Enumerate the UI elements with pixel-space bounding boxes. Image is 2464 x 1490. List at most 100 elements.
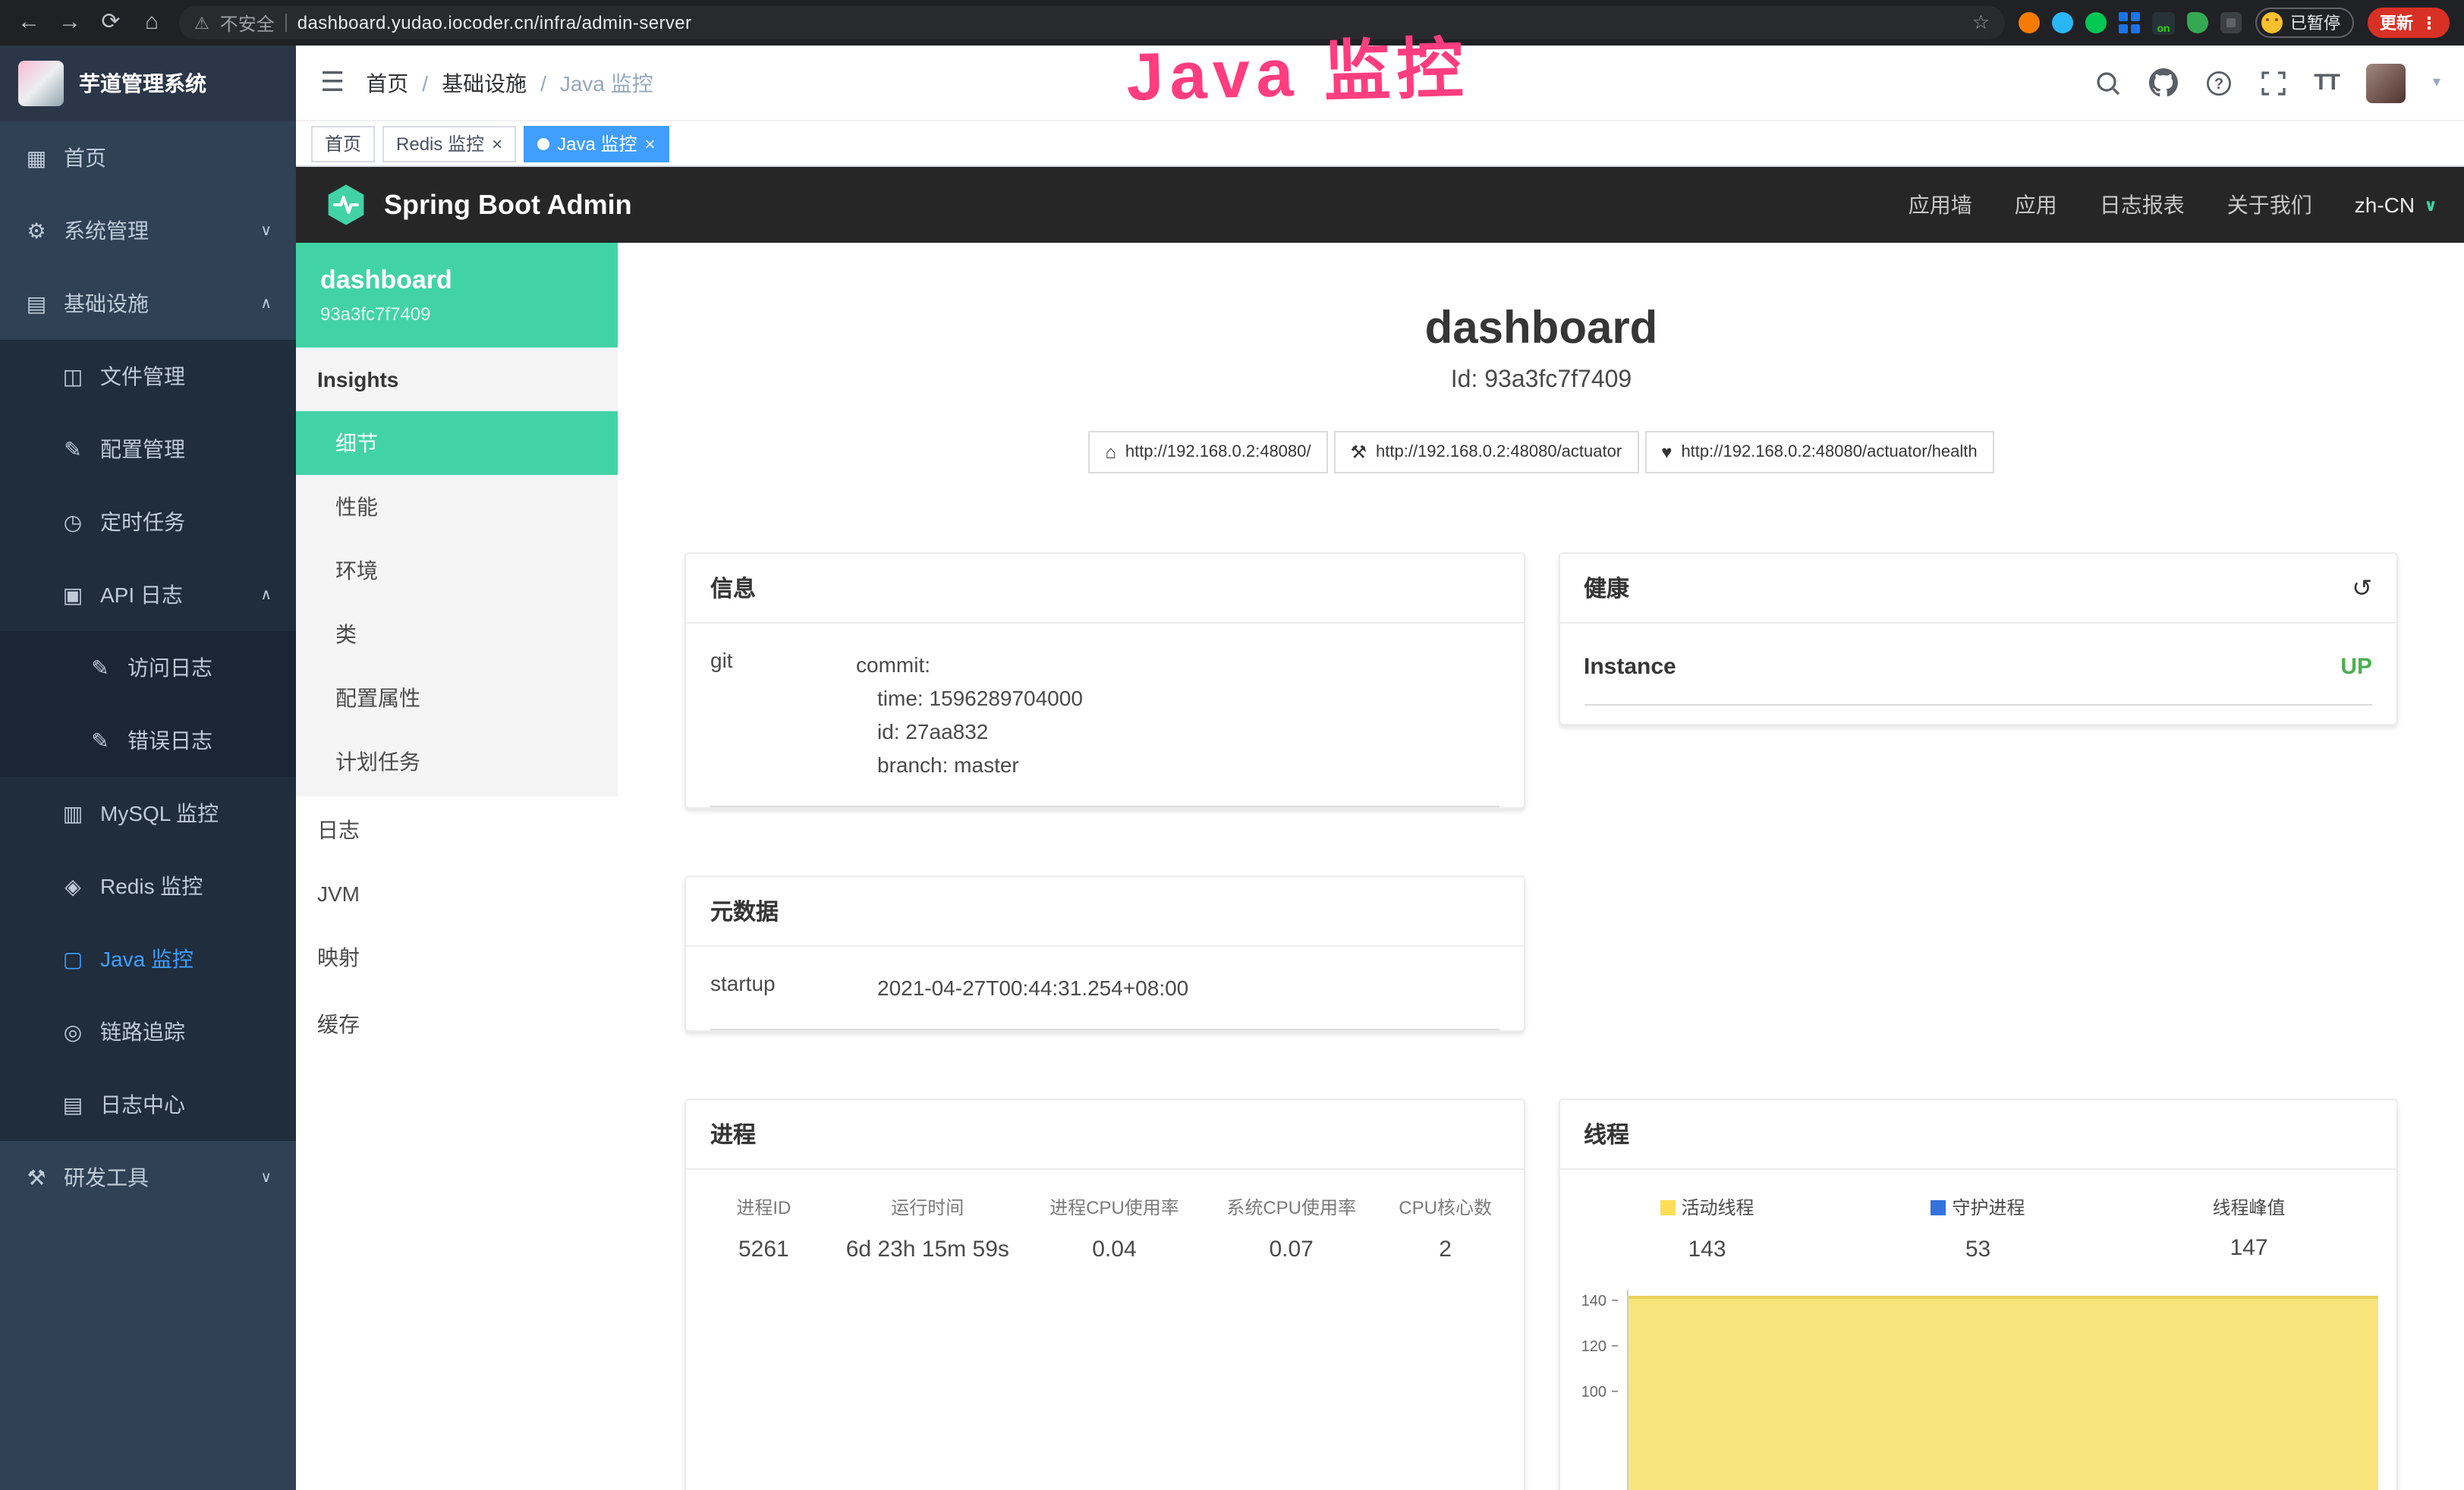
profile-chip[interactable]: 已暂停 <box>2255 8 2354 38</box>
info-card: 信息 git commit: time: 1596289704000 id: 2… <box>684 552 1525 809</box>
info-row: git commit: time: 1596289704000 id: 27aa… <box>710 624 1499 807</box>
back-icon[interactable]: ← <box>15 0 42 46</box>
sidebar-item-log-center[interactable]: ▤ 日志中心 <box>0 1068 296 1141</box>
sidebar-item-file-manage[interactable]: ◫ 文件管理 <box>0 340 296 413</box>
sba-item-environment[interactable]: 环境 <box>296 539 618 602</box>
tag-home[interactable]: 首页 <box>311 125 375 162</box>
health-url-button[interactable]: ♥ http://192.168.0.2:48080/actuator/heal… <box>1644 431 1994 473</box>
user-avatar[interactable] <box>2366 63 2406 102</box>
chevron-down-icon: ∨ <box>260 1169 272 1186</box>
profile-avatar-icon <box>2261 12 2283 33</box>
avatar-caret-icon[interactable]: ▾ <box>2433 74 2440 91</box>
forward-icon[interactable]: → <box>56 0 83 46</box>
sba-nav-wallboard[interactable]: 应用墙 <box>1909 190 1972 220</box>
sidebar-item-label: 基础设施 <box>64 288 149 319</box>
breadcrumb-item[interactable]: 首页 <box>366 68 408 98</box>
history-icon[interactable]: ↺ <box>2352 573 2372 603</box>
github-icon[interactable] <box>2148 68 2177 97</box>
process-stat: CPU核心数 2 <box>1380 1194 1511 1262</box>
address-bar[interactable]: ⚠ 不安全 dashboard.yudao.iocoder.cn/infra/a… <box>179 6 2005 39</box>
sidebar-item-access-log[interactable]: ✎ 访问日志 <box>0 631 296 704</box>
sba-item-config-props[interactable]: 配置属性 <box>296 666 618 730</box>
search-icon[interactable] <box>2094 69 2121 96</box>
fullscreen-icon[interactable] <box>2259 69 2286 96</box>
extension-icon[interactable] <box>2052 12 2073 33</box>
stat-label: 进程ID <box>698 1194 829 1220</box>
actuator-url-button[interactable]: ⚒ http://192.168.0.2:48080/actuator <box>1334 431 1639 473</box>
extension-leaf-icon[interactable] <box>2187 12 2208 33</box>
instance-id: 93a3fc7f7409 <box>320 303 593 325</box>
browser-update-button[interactable]: 更新 ⋮ <box>2368 8 2450 38</box>
sidebar-item-api-log[interactable]: ▣ API 日志 ∧ <box>0 558 296 631</box>
tag-redis-monitor[interactable]: Redis 监控 × <box>382 125 516 162</box>
app-logo[interactable]: 芋道管理系统 <box>0 46 296 121</box>
sidebar-item-infrastructure[interactable]: ▤ 基础设施 ∧ <box>0 267 296 340</box>
extension-grid-icon[interactable] <box>2119 12 2140 33</box>
extensions-puzzle-icon[interactable] <box>2220 12 2242 33</box>
help-icon[interactable]: ? <box>2204 69 2232 96</box>
sba-nav-about[interactable]: 关于我们 <box>2227 190 2312 220</box>
bookmark-star-icon[interactable]: ☆ <box>1972 11 1990 35</box>
sba-item-classes[interactable]: 类 <box>296 602 618 666</box>
active-dot <box>537 137 549 149</box>
close-icon[interactable]: × <box>492 134 502 152</box>
sidebar-item-label: 错误日志 <box>127 725 212 756</box>
sidebar-item-scheduled-tasks[interactable]: ◷ 定时任务 <box>0 486 296 558</box>
gear-icon: ⚙ <box>24 218 49 244</box>
chart-y-axis: 140 120 100 <box>1559 1289 1626 1490</box>
reload-icon[interactable]: ⟳ <box>97 0 124 46</box>
sba-logo-icon[interactable] <box>323 182 369 228</box>
stat-value: 0.04 <box>1026 1237 1203 1262</box>
sidebar-item-redis-monitor[interactable]: ◈ Redis 监控 <box>0 850 296 923</box>
breadcrumb-item[interactable]: 基础设施 <box>442 68 527 98</box>
tag-java-monitor[interactable]: Java 监控 × <box>524 125 669 162</box>
close-icon[interactable]: × <box>644 134 655 152</box>
sidebar-item-config-manage[interactable]: ✎ 配置管理 <box>0 413 296 486</box>
security-warning-icon[interactable]: ⚠ <box>194 13 209 33</box>
page: ← → ⟳ ⌂ ⚠ 不安全 dashboard.yudao.iocoder.cn… <box>0 0 2464 1490</box>
instance-header[interactable]: dashboard 93a3fc7f7409 <box>296 243 618 347</box>
legend-item: 守护进程 53 <box>1842 1194 2113 1262</box>
info-line: commit: <box>856 648 1083 681</box>
sidebar-item-home[interactable]: ▦ 首页 <box>0 121 296 194</box>
extension-icon[interactable] <box>2019 12 2040 33</box>
sba-item-jvm[interactable]: JVM <box>296 863 618 924</box>
sidebar-item-trace[interactable]: ◎ 链路追踪 <box>0 995 296 1068</box>
sidebar-item-label: API 日志 <box>100 580 183 610</box>
browser-home-icon[interactable]: ⌂ <box>138 0 165 46</box>
instance-url-button[interactable]: ⌂ http://192.168.0.2:48080/ <box>1088 431 1327 473</box>
sba-item-mappings[interactable]: 映射 <box>296 924 618 991</box>
stat-value: 6d 23h 15m 59s <box>829 1237 1026 1262</box>
threads-legend: 活动线程 143 守护进程 53 线程峰值 147 <box>1559 1170 2396 1262</box>
sba-nav-applications[interactable]: 应用 <box>2015 190 2057 220</box>
sba-item-logs[interactable]: 日志 <box>296 797 618 863</box>
tag-label: Java 监控 <box>557 130 637 156</box>
sidebar-item-system[interactable]: ⚙ 系统管理 ∨ <box>0 194 296 267</box>
sidebar-item-label: 文件管理 <box>100 361 185 391</box>
security-label[interactable]: 不安全 <box>220 10 275 36</box>
legend-value: 53 <box>1842 1236 2113 1262</box>
browser-menu-icon[interactable]: ⋮ <box>2421 13 2437 33</box>
extension-on-icon[interactable]: on <box>2152 11 2175 34</box>
sba-item-metrics[interactable]: 性能 <box>296 475 618 539</box>
sidebar-item-dev-tools[interactable]: ⚒ 研发工具 ∨ <box>0 1141 296 1214</box>
sba-nav-journal[interactable]: 日志报表 <box>2100 190 2185 220</box>
info-row-label: git <box>710 648 856 781</box>
process-stat: 进程ID 5261 <box>698 1194 829 1262</box>
sba-header: Spring Boot Admin 应用墙 应用 日志报表 关于我们 zh-CN… <box>296 167 2464 243</box>
sba-item-caches[interactable]: 缓存 <box>296 991 618 1058</box>
sba-locale-select[interactable]: zh-CN ∨ <box>2355 193 2437 217</box>
sidebar-item-java-monitor[interactable]: ▢ Java 监控 <box>0 923 296 995</box>
process-stat: 进程CPU使用率 0.04 <box>1026 1194 1203 1262</box>
legend-label: 线程峰值 <box>2212 1194 2285 1220</box>
sidebar-item-mysql-monitor[interactable]: ▥ MySQL 监控 <box>0 777 296 850</box>
sba-item-details[interactable]: 细节 <box>296 411 618 475</box>
collapse-sidebar-icon[interactable]: ☰ <box>320 67 345 99</box>
process-card: 进程 进程ID 5261 运行时间 6d 23h 15m 59s <box>684 1099 1525 1490</box>
font-size-icon[interactable]: TT <box>2314 70 2339 96</box>
sidebar-item-error-log[interactable]: ✎ 错误日志 <box>0 704 296 777</box>
tags-bar: 首页 Redis 监控 × Java 监控 × <box>296 121 2464 167</box>
sba-brand-title[interactable]: Spring Boot Admin <box>384 189 632 221</box>
extension-icon[interactable] <box>2085 12 2107 33</box>
sba-item-scheduled[interactable]: 计划任务 <box>296 730 618 794</box>
